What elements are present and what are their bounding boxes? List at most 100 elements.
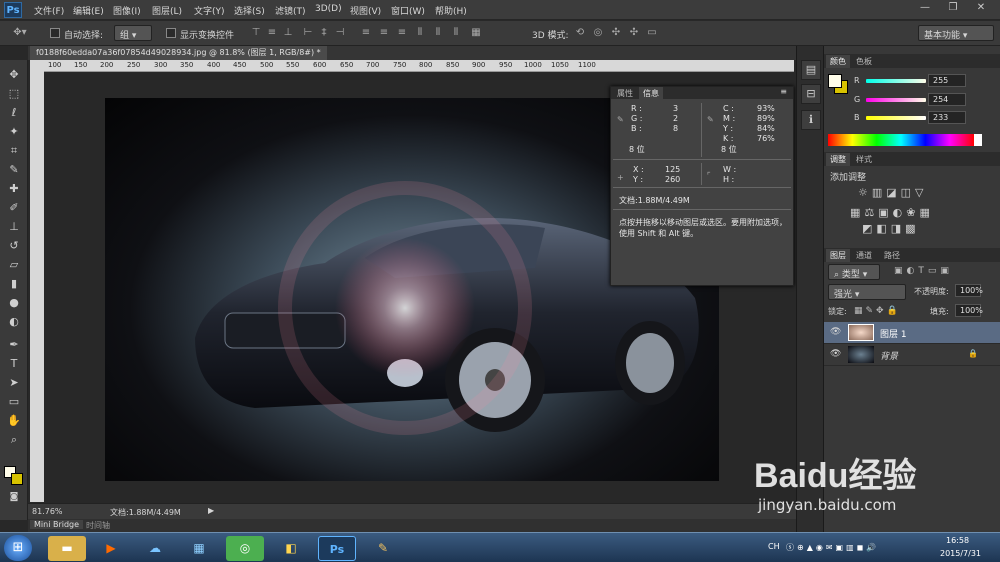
tray-icons[interactable]: ⓢ⊕▲◉✉▣▥◼🔊 (786, 542, 879, 553)
menu-3d[interactable]: 3D(D) (315, 4, 342, 14)
properties-panel-icon[interactable]: ⊟ (801, 84, 821, 104)
slide-3d-icon[interactable]: ✣ (628, 27, 640, 39)
tab-mini-bridge[interactable]: Mini Bridge (30, 520, 84, 529)
media-player-icon[interactable]: ▶ (92, 536, 130, 561)
status-menu-arrow-icon[interactable]: ▶ (208, 506, 214, 515)
minimize-button[interactable]: — (914, 1, 936, 15)
hand-tool-icon[interactable]: ✋ (4, 412, 24, 430)
move-tool-preset-icon[interactable]: ✥▾ (10, 27, 30, 39)
drag-3d-icon[interactable]: ✣ (610, 27, 622, 39)
zoom-level[interactable]: 81.76% (32, 507, 63, 516)
move-tool-icon[interactable]: ✥ (4, 66, 24, 84)
fill-value[interactable]: 100% (955, 304, 983, 317)
align-vcenter-icon[interactable]: ≡ (266, 27, 278, 39)
tab-timeline[interactable]: 时间轴 (86, 520, 110, 531)
tab-info[interactable]: 信息 (639, 87, 663, 100)
tab-styles[interactable]: 样式 (852, 153, 876, 166)
r-channel-value[interactable]: 255 (928, 74, 966, 87)
blend-mode-dropdown[interactable]: 强光 ▾ (828, 284, 906, 300)
eyedropper-tool-icon[interactable]: ✎ (4, 161, 24, 179)
g-slider[interactable] (866, 98, 926, 102)
visibility-eye-icon[interactable]: 👁 (830, 327, 841, 337)
workspace-dropdown[interactable]: 基本功能 ▾ (918, 25, 994, 41)
language-indicator[interactable]: CH (768, 542, 780, 551)
gradient-tool-icon[interactable]: ▮ (4, 275, 24, 293)
clock-date[interactable]: 2015/7/31 (940, 549, 981, 558)
menu-view[interactable]: 视图(V) (350, 4, 381, 17)
blur-tool-icon[interactable]: ● (4, 294, 24, 312)
align-left-icon[interactable]: ⊢ (302, 27, 314, 39)
explorer-icon[interactable]: ▬ (48, 536, 86, 561)
align-right-icon[interactable]: ⊣ (334, 27, 346, 39)
marquee-tool-icon[interactable]: ⬚ (4, 85, 24, 103)
white-swatch[interactable] (974, 134, 982, 146)
auto-select-checkbox[interactable] (50, 28, 60, 38)
tab-adjustments[interactable]: 调整 (826, 153, 850, 166)
distribute-left-icon[interactable]: ⫴ (414, 27, 426, 39)
tab-color[interactable]: 颜色 (826, 55, 850, 68)
restore-button[interactable]: ❐ (942, 1, 964, 15)
cloud-icon[interactable]: ☁ (136, 536, 174, 561)
magic-wand-tool-icon[interactable]: ✦ (4, 123, 24, 141)
align-bottom-icon[interactable]: ⊥ (282, 27, 294, 39)
eraser-tool-icon[interactable]: ▱ (4, 256, 24, 274)
type-tool-icon[interactable]: T (4, 355, 24, 373)
panel-menu-icon[interactable]: ≡ (780, 87, 787, 96)
close-button[interactable]: ✕ (970, 1, 992, 15)
tab-channels[interactable]: 通道 (852, 249, 876, 262)
tab-layers[interactable]: 图层 (826, 249, 850, 262)
menu-layer[interactable]: 图层(L) (152, 4, 182, 17)
bookmark-icon[interactable]: ◧ (272, 536, 310, 561)
menu-edit[interactable]: 编辑(E) (73, 4, 104, 17)
clone-stamp-tool-icon[interactable]: ⊥ (4, 218, 24, 236)
start-button-icon[interactable]: ⊞ (4, 535, 32, 561)
healing-brush-tool-icon[interactable]: ✚ (4, 180, 24, 198)
b-slider[interactable] (866, 116, 926, 120)
document-tab[interactable]: f0188f60edda07a36f07854d49028934.jpg @ 8… (30, 46, 327, 60)
pen-tool-icon[interactable]: ✒ (4, 336, 24, 354)
visibility-eye-icon[interactable]: 👁 (830, 349, 841, 359)
zoom-tool-icon[interactable]: ⌕ (4, 431, 24, 449)
show-transform-checkbox[interactable] (166, 28, 176, 38)
g-channel-value[interactable]: 254 (928, 93, 966, 106)
clock-time[interactable]: 16:58 (946, 536, 969, 545)
adjustment-icons-row3[interactable]: ◩◧◨▩ (862, 222, 920, 235)
history-panel-icon[interactable]: ▤ (801, 60, 821, 80)
align-top-icon[interactable]: ⊤ (250, 27, 262, 39)
layer-filter-dropdown[interactable]: ⌕ 类型 ▾ (828, 264, 880, 280)
layer-name[interactable]: 图层 1 (880, 327, 907, 340)
crop-tool-icon[interactable]: ⌗ (4, 142, 24, 160)
r-slider[interactable] (866, 79, 926, 83)
menu-help[interactable]: 帮助(H) (435, 4, 467, 17)
adjustment-icons-row1[interactable]: ☼▥◪◫▽ (858, 186, 928, 199)
tab-swatches[interactable]: 色板 (852, 55, 876, 68)
brush-tool-icon[interactable]: ✐ (4, 199, 24, 217)
lasso-tool-icon[interactable]: ℓ (4, 104, 24, 122)
info-panel-icon[interactable]: ℹ (801, 110, 821, 130)
menu-filter[interactable]: 滤镜(T) (275, 4, 306, 17)
dodge-tool-icon[interactable]: ◐ (4, 313, 24, 331)
quick-mask-icon[interactable]: ◙ (4, 488, 24, 506)
distribute-vcenter-icon[interactable]: ≡ (378, 27, 390, 39)
layer-row-layer1[interactable]: 👁 图层 1 (824, 322, 1000, 344)
scale-3d-icon[interactable]: ▭ (646, 27, 658, 39)
photoshop-taskbar-icon[interactable]: Ps (318, 536, 356, 561)
auto-align-icon[interactable]: ▦ (470, 27, 482, 39)
adjustment-icons-row2[interactable]: ▦⚖▣◐❀▦ (850, 206, 934, 219)
b-channel-value[interactable]: 233 (928, 111, 966, 124)
distribute-right-icon[interactable]: ⫴ (450, 27, 462, 39)
menu-window[interactable]: 窗口(W) (391, 4, 425, 17)
rectangle-tool-icon[interactable]: ▭ (4, 393, 24, 411)
menu-image[interactable]: 图像(I) (113, 4, 141, 17)
history-brush-tool-icon[interactable]: ↺ (4, 237, 24, 255)
roll-3d-icon[interactable]: ◎ (592, 27, 604, 39)
layer-filter-icons[interactable]: ▣◐T▭▣ (894, 266, 953, 276)
color-spectrum[interactable] (828, 134, 974, 146)
tab-properties[interactable]: 属性 (613, 87, 637, 100)
distribute-bottom-icon[interactable]: ≡ (396, 27, 408, 39)
auto-select-dropdown[interactable]: 组 ▾ (114, 25, 152, 41)
background-color-swatch[interactable] (11, 473, 23, 485)
menu-type[interactable]: 文字(Y) (194, 4, 225, 17)
tab-paths[interactable]: 路径 (880, 249, 904, 262)
menu-file[interactable]: 文件(F) (34, 4, 64, 17)
